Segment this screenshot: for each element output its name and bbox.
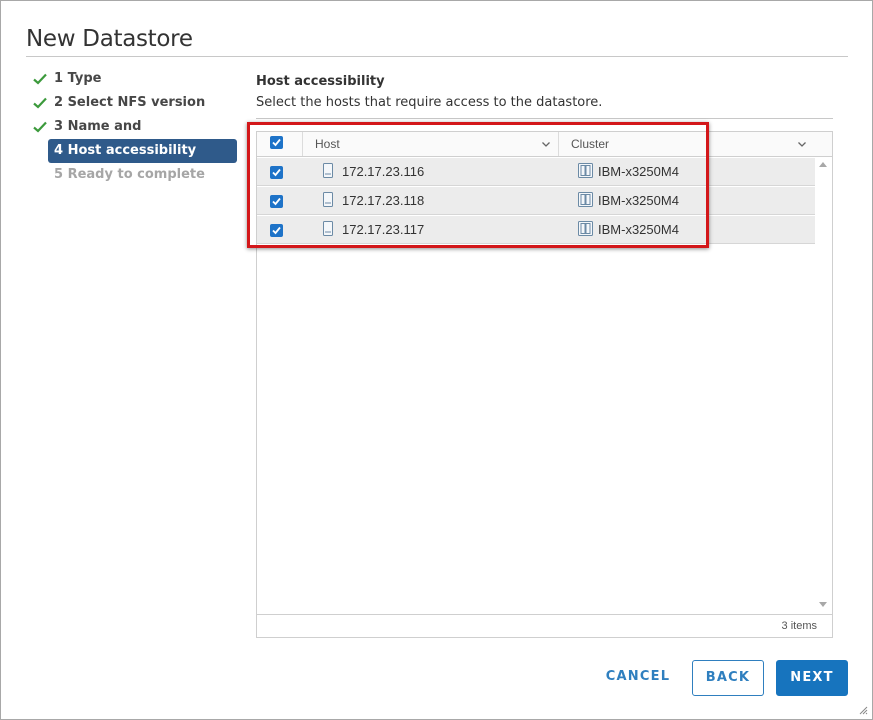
step-select-nfs-version[interactable]: 2 Select NFS version bbox=[31, 91, 241, 115]
column-label-cluster: Cluster bbox=[571, 137, 610, 151]
cluster-name[interactable]: IBM-x3250M4 bbox=[598, 216, 679, 244]
step-host-accessibility[interactable]: 4 Host accessibility bbox=[48, 139, 237, 163]
grid-header: Host Cluster bbox=[257, 132, 832, 157]
step-type[interactable]: 1 Type bbox=[31, 67, 241, 91]
resize-grip-icon[interactable] bbox=[858, 705, 868, 715]
content-divider bbox=[256, 118, 833, 119]
wizard-steps: 1 Type 2 Select NFS version 3 Name and c… bbox=[31, 67, 241, 187]
host-name[interactable]: 172.17.23.118 bbox=[342, 187, 424, 215]
table-row[interactable]: 172.17.23.118 IBM-x3250M4 bbox=[257, 187, 815, 215]
chevron-down-icon[interactable] bbox=[797, 139, 807, 149]
column-header-host[interactable]: Host bbox=[303, 132, 559, 156]
host-icon bbox=[323, 192, 333, 207]
column-header-cluster[interactable]: Cluster bbox=[559, 132, 832, 156]
step-label: 2 Select NFS version bbox=[54, 95, 206, 110]
row-checkbox[interactable] bbox=[270, 195, 283, 208]
title-divider bbox=[26, 56, 848, 57]
cluster-icon bbox=[578, 221, 593, 236]
row-checkbox[interactable] bbox=[270, 224, 283, 237]
table-row[interactable]: 172.17.23.116 IBM-x3250M4 bbox=[257, 158, 815, 186]
host-name[interactable]: 172.17.23.117 bbox=[342, 216, 424, 244]
back-button[interactable]: BACK bbox=[692, 660, 764, 696]
new-datastore-dialog: New Datastore 1 Type 2 Select NFS versio… bbox=[0, 0, 873, 720]
host-icon bbox=[323, 221, 333, 236]
scroll-up-arrow-icon[interactable] bbox=[819, 162, 827, 167]
dialog-title: New Datastore bbox=[26, 26, 193, 52]
chevron-down-icon[interactable] bbox=[541, 139, 551, 149]
item-count: 3 items bbox=[781, 620, 817, 632]
host-name[interactable]: 172.17.23.116 bbox=[342, 158, 424, 186]
section-subtitle: Select the hosts that require access to … bbox=[256, 95, 603, 110]
next-button[interactable]: NEXT bbox=[776, 660, 848, 696]
cluster-icon bbox=[578, 192, 593, 207]
grid-footer: 3 items bbox=[257, 614, 832, 637]
hosts-grid: Host Cluster 172.17.23.116 IBM-x3250M4 1… bbox=[256, 131, 833, 638]
section-title: Host accessibility bbox=[256, 74, 385, 89]
step-name-and-configuration[interactable]: 3 Name and configuration bbox=[31, 115, 241, 158]
row-checkbox[interactable] bbox=[270, 166, 283, 179]
cluster-name[interactable]: IBM-x3250M4 bbox=[598, 158, 679, 186]
select-all-cell bbox=[257, 132, 303, 156]
host-icon bbox=[323, 163, 333, 178]
step-label: 4 Host accessibility bbox=[54, 143, 197, 158]
check-icon bbox=[33, 121, 47, 133]
check-icon bbox=[33, 97, 47, 109]
cancel-button[interactable]: CANCEL bbox=[597, 660, 679, 696]
step-label: 1 Type bbox=[54, 71, 102, 86]
select-all-checkbox[interactable] bbox=[270, 136, 283, 149]
column-label-host: Host bbox=[315, 137, 340, 151]
step-label: 5 Ready to complete bbox=[54, 167, 205, 182]
cluster-icon bbox=[578, 163, 593, 178]
step-ready-to-complete: 5 Ready to complete bbox=[31, 163, 241, 187]
cluster-name[interactable]: IBM-x3250M4 bbox=[598, 187, 679, 215]
check-icon bbox=[33, 73, 47, 85]
table-row[interactable]: 172.17.23.117 IBM-x3250M4 bbox=[257, 216, 815, 244]
scroll-down-arrow-icon[interactable] bbox=[819, 602, 827, 607]
